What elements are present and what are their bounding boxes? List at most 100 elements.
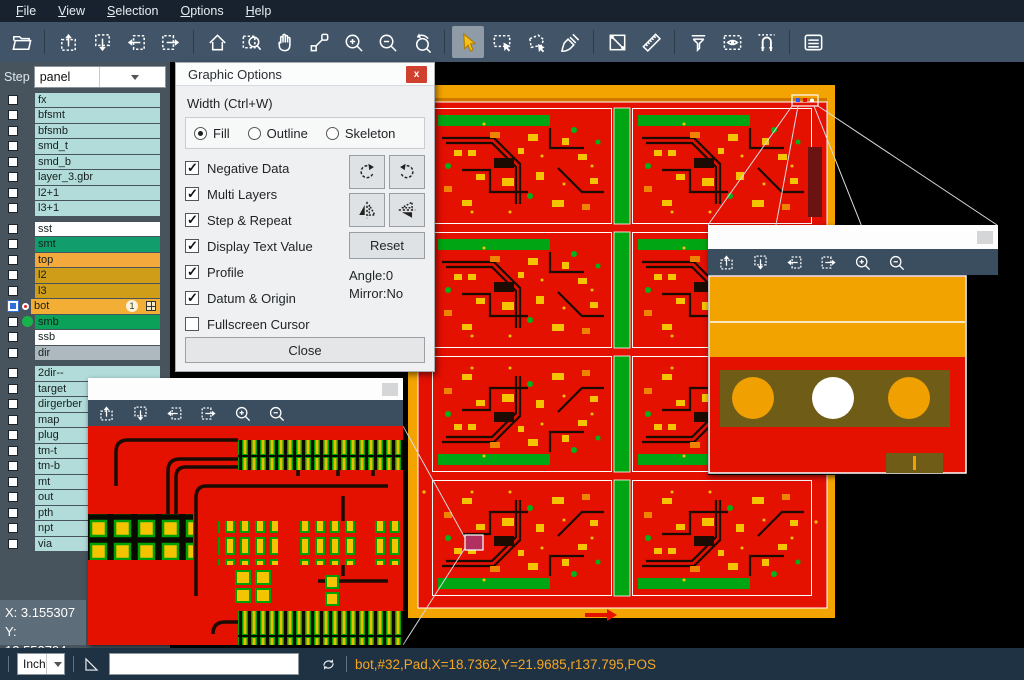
layer-name[interactable]: top [35,253,160,268]
flip-horizontal-button[interactable] [349,193,385,227]
angle-mode-button[interactable] [82,655,101,674]
step-select[interactable]: panel [34,66,166,88]
zoom-out-button[interactable] [371,26,403,58]
layer-checkbox[interactable] [8,332,18,342]
layer-checkbox[interactable] [8,317,18,327]
pan-left-button[interactable] [120,26,152,58]
checkbox[interactable] [185,265,199,279]
pan-down-button[interactable] [748,251,772,273]
filter-button[interactable] [682,26,714,58]
layer-checkbox[interactable] [8,430,18,440]
magnifier-2-content[interactable] [708,275,998,475]
layer-row[interactable]: l2 [0,268,170,284]
window-button[interactable] [977,231,993,244]
pan-right-button[interactable] [816,251,840,273]
layer-checkbox[interactable] [8,188,18,198]
option-datum-origin[interactable]: Datum & Origin [185,285,341,311]
layer-checkbox[interactable] [8,126,18,136]
pan-right-button[interactable] [154,26,186,58]
command-input[interactable] [109,653,299,675]
zoom-out-button[interactable] [264,402,288,424]
layer-checkbox[interactable] [8,95,18,105]
option-display-text-value[interactable]: Display Text Value [185,233,341,259]
magnifier-1-content[interactable] [88,426,403,645]
grid-icon[interactable] [146,301,156,311]
layer-name[interactable]: layer_3.gbr [35,170,160,185]
layer-name[interactable]: ssb [35,330,160,345]
rotate-ccw-button[interactable] [389,155,425,189]
layer-name[interactable]: smb [35,315,160,330]
zoom-in-button[interactable] [337,26,369,58]
home-view-button[interactable] [201,26,233,58]
layer-row[interactable]: l3 [0,283,170,299]
window-button[interactable] [382,383,398,396]
layer-checkbox[interactable] [8,523,18,533]
pan-left-button[interactable] [162,402,186,424]
layer-name[interactable]: smd_b [35,155,160,170]
pan-hand-button[interactable] [269,26,301,58]
layer-checkbox[interactable] [8,461,18,471]
checkbox[interactable] [185,291,199,305]
layer-checkbox[interactable] [8,255,18,265]
layer-name[interactable]: bfsmb [35,124,160,139]
rotate-cw-button[interactable] [349,155,385,189]
select-cursor-button[interactable] [452,26,484,58]
layer-row[interactable]: sst [0,221,170,237]
pan-down-button[interactable] [128,402,152,424]
layer-name[interactable]: l2+1 [35,186,160,201]
layer-checkbox[interactable] [8,384,18,394]
layer-row[interactable]: bot1 [0,299,170,315]
menu-options[interactable]: Options [170,2,233,20]
unit-select[interactable]: Inch [17,653,65,675]
layer-checkbox[interactable] [8,286,18,296]
menu-view[interactable]: View [48,2,95,20]
reset-button[interactable]: Reset [349,232,425,259]
layer-checkbox[interactable] [8,348,18,358]
layer-checkbox[interactable] [8,239,18,249]
zoom-out-button[interactable] [884,251,908,273]
layer-name[interactable]: l2 [35,268,160,283]
option-profile[interactable]: Profile [185,259,341,285]
pan-down-button[interactable] [86,26,118,58]
open-file-button[interactable] [5,26,37,58]
layer-name[interactable]: l3+1 [35,201,160,216]
layer-row[interactable]: smd_b [0,154,170,170]
zoom-previous-button[interactable] [405,26,437,58]
menu-file[interactable]: File [6,2,46,20]
checkbox[interactable] [185,213,199,227]
layer-row[interactable]: smd_t [0,139,170,155]
layer-checkbox[interactable] [8,508,18,518]
layer-row[interactable]: l2+1 [0,185,170,201]
pan-up-button[interactable] [94,402,118,424]
layer-name[interactable]: dir [35,346,160,361]
zoom-in-button[interactable] [850,251,874,273]
option-multi-layers[interactable]: Multi Layers [185,181,341,207]
clean-brush-button[interactable] [554,26,586,58]
layer-name[interactable]: sst [35,222,160,237]
polygon-select-button[interactable] [520,26,552,58]
width-radio-skeleton[interactable]: Skeleton [326,126,396,141]
layer-checkbox[interactable] [8,399,18,409]
checkbox[interactable] [185,187,199,201]
layer-row[interactable]: top [0,252,170,268]
measure-ruler-button[interactable] [635,26,667,58]
pan-up-button[interactable] [52,26,84,58]
menu-help[interactable]: Help [236,2,282,20]
flip-vertical-button[interactable] [389,193,425,227]
layer-name[interactable]: smt [35,237,160,252]
refresh-button[interactable] [319,655,338,674]
layer-checkbox[interactable] [8,172,18,182]
layer-row[interactable]: layer_3.gbr [0,170,170,186]
magnifier-1-titlebar[interactable] [88,378,403,400]
layer-name[interactable]: bot1 [31,299,160,314]
layers-panel-button[interactable] [797,26,829,58]
rect-select-button[interactable] [486,26,518,58]
layer-checkbox[interactable] [8,539,18,549]
pan-left-button[interactable] [782,251,806,273]
layer-row[interactable]: ssb [0,330,170,346]
snap-magnet-button[interactable] [750,26,782,58]
width-radio-outline[interactable]: Outline [248,126,308,141]
layer-row[interactable]: bfsmt [0,108,170,124]
view-area-button[interactable] [716,26,748,58]
layer-checkbox[interactable] [8,446,18,456]
